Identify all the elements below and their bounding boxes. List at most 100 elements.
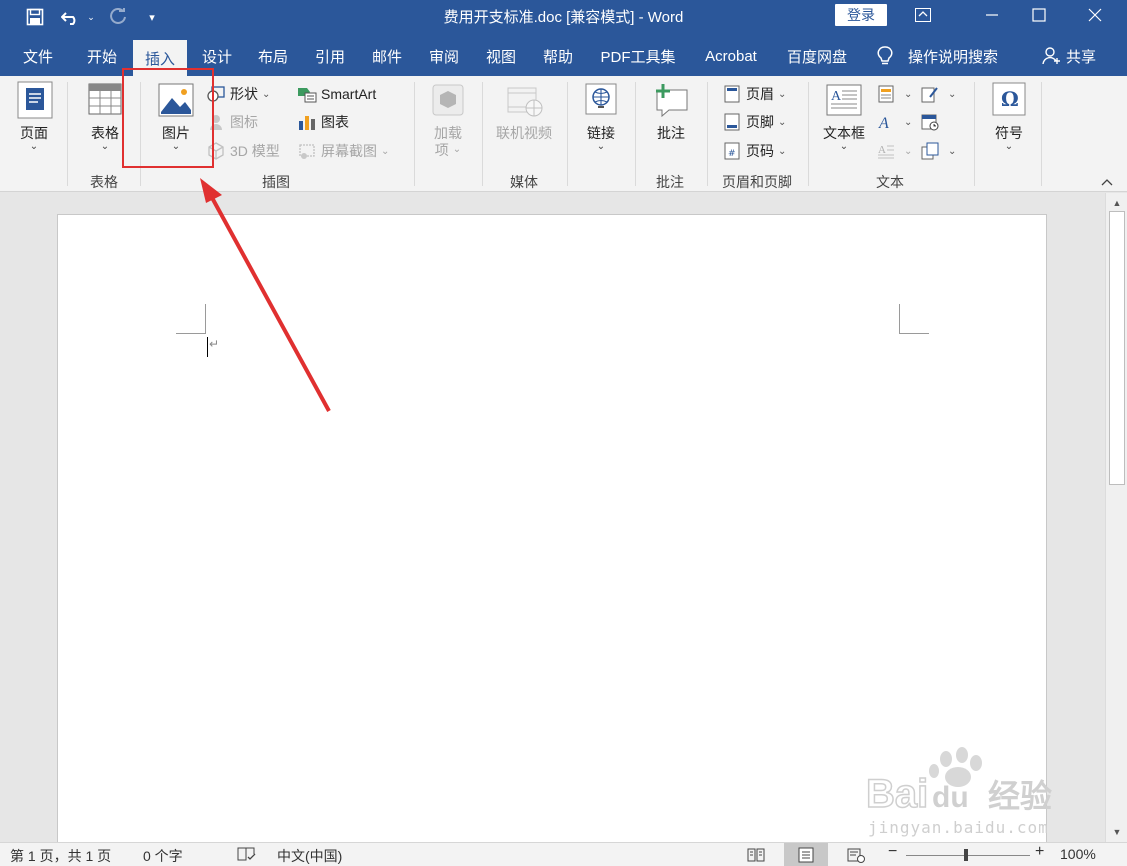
- proofing-icon[interactable]: [237, 846, 257, 865]
- tell-me-search[interactable]: 操作说明搜索: [876, 36, 998, 76]
- ribbon-display-options-icon[interactable]: [900, 0, 946, 30]
- group-label-illustrations: 插图: [262, 174, 290, 190]
- chevron-down-icon: ⌄: [29, 141, 39, 152]
- drop-cap-icon: A: [876, 141, 896, 161]
- object-button[interactable]: ⌄: [920, 139, 956, 163]
- ribbon-separator: [67, 82, 68, 186]
- footer-icon: [722, 112, 742, 132]
- svg-text:A: A: [831, 89, 842, 104]
- zoom-in-button[interactable]: +: [1035, 843, 1044, 861]
- 3d-models-button[interactable]: 3D 模型: [206, 139, 280, 163]
- web-layout-icon[interactable]: [834, 843, 878, 866]
- ribbon-separator: [567, 82, 568, 186]
- ribbon-separator: [974, 82, 975, 186]
- chevron-down-icon: ⌄: [948, 88, 957, 100]
- link-label: 链接: [587, 125, 615, 141]
- chevron-down-icon: ⌄: [778, 116, 787, 128]
- zoom-slider-thumb[interactable]: [964, 849, 968, 861]
- chevron-down-icon: ⌄: [596, 141, 606, 152]
- comment-button[interactable]: 批注: [646, 80, 696, 142]
- tab-pdf-tools[interactable]: PDF工具集: [594, 36, 682, 76]
- top-left-margin-mark: [176, 304, 206, 334]
- ribbon-separator: [635, 82, 636, 186]
- shapes-button[interactable]: 形状 ⌄: [206, 82, 270, 106]
- tab-view[interactable]: 视图: [476, 36, 526, 76]
- page-icon: [17, 81, 53, 119]
- login-button[interactable]: 登录: [835, 4, 887, 26]
- calendar-icon: [920, 112, 940, 132]
- tab-acrobat[interactable]: Acrobat: [694, 36, 768, 76]
- wordart-icon: A: [876, 112, 896, 132]
- watermark-brand-2: du: [932, 781, 969, 814]
- print-layout-icon[interactable]: [784, 843, 828, 866]
- chart-label: 图表: [321, 114, 349, 130]
- scroll-thumb[interactable]: [1109, 211, 1125, 485]
- textbox-label: 文本框: [823, 125, 865, 141]
- smartart-button[interactable]: SmartArt: [297, 82, 376, 106]
- symbol-button[interactable]: Ω 符号 ⌄: [984, 80, 1034, 152]
- icons-label: 图标: [230, 114, 258, 130]
- share-button[interactable]: 共享: [1042, 36, 1096, 76]
- watermark-brand-cn: 经验: [988, 777, 1052, 815]
- pages-label: 页面: [20, 125, 48, 141]
- read-mode-icon[interactable]: [734, 843, 778, 866]
- collapse-ribbon-icon[interactable]: [1100, 176, 1114, 190]
- annotation-highlight-box: [122, 68, 214, 168]
- svg-text:A: A: [878, 115, 889, 131]
- chevron-down-icon: ⌄: [1004, 141, 1014, 152]
- undo-dropdown-icon[interactable]: ⌄: [84, 4, 98, 30]
- online-video-button[interactable]: 联机视频: [488, 80, 560, 142]
- footer-button[interactable]: 页脚 ⌄: [722, 110, 786, 134]
- group-label-text: 文本: [876, 174, 904, 190]
- tab-file[interactable]: 文件: [12, 36, 64, 76]
- word-count[interactable]: 0 个字: [143, 846, 183, 866]
- tab-mailings[interactable]: 邮件: [362, 36, 412, 76]
- quick-parts-button[interactable]: ⌄: [876, 82, 912, 106]
- drop-cap-button[interactable]: A ⌄: [876, 139, 912, 163]
- smartart-label: SmartArt: [321, 86, 377, 102]
- signature-line-button[interactable]: ⌄: [920, 82, 956, 106]
- header-button[interactable]: 页眉 ⌄: [722, 82, 786, 106]
- chevron-down-icon: ⌄: [381, 145, 390, 157]
- addins-label-2: 项 ⌄: [434, 142, 462, 158]
- tab-baidu-netdisk[interactable]: 百度网盘: [780, 36, 854, 76]
- zoom-level[interactable]: 100%: [1060, 846, 1096, 862]
- ribbon-separator: [482, 82, 483, 186]
- tell-me-label: 操作说明搜索: [908, 48, 999, 66]
- zoom-slider[interactable]: [906, 855, 1030, 856]
- tab-home[interactable]: 开始: [76, 36, 128, 76]
- page-count[interactable]: 第 1 页，共 1 页: [10, 846, 111, 866]
- ribbon-separator: [808, 82, 809, 186]
- screenshot-button[interactable]: 屏幕截图 ⌄: [297, 139, 389, 163]
- scroll-up-icon[interactable]: ▲: [1109, 195, 1125, 211]
- scroll-down-icon[interactable]: ▼: [1109, 824, 1125, 840]
- screenshot-icon: [297, 141, 317, 161]
- redo-icon[interactable]: [106, 4, 132, 30]
- top-right-margin-mark: [899, 304, 929, 334]
- chart-button[interactable]: 图表: [297, 110, 349, 134]
- tab-review[interactable]: 审阅: [419, 36, 469, 76]
- maximize-icon[interactable]: [1016, 0, 1062, 30]
- vertical-scrollbar[interactable]: ▲ ▼: [1105, 193, 1127, 842]
- addins-button[interactable]: 加载 项 ⌄: [424, 80, 472, 158]
- undo-icon[interactable]: [58, 4, 84, 30]
- tab-references[interactable]: 引用: [305, 36, 355, 76]
- textbox-button[interactable]: A 文本框 ⌄: [816, 80, 872, 152]
- person-icon: [1042, 47, 1060, 65]
- zoom-out-button[interactable]: −: [888, 843, 897, 861]
- minimize-icon[interactable]: [969, 0, 1015, 30]
- tab-layout[interactable]: 布局: [248, 36, 298, 76]
- close-icon[interactable]: [1072, 0, 1118, 30]
- customize-qat-icon[interactable]: ▾: [142, 4, 162, 30]
- screenshot-label: 屏幕截图: [321, 143, 377, 159]
- language-indicator[interactable]: 中文(中国): [277, 846, 342, 866]
- chevron-down-icon: ⌄: [839, 141, 849, 152]
- link-button[interactable]: 链接 ⌄: [576, 80, 626, 152]
- tab-help[interactable]: 帮助: [533, 36, 583, 76]
- pages-button[interactable]: 页面 ⌄: [8, 80, 60, 152]
- watermark-brand: Bai: [866, 772, 928, 816]
- page-number-button[interactable]: # 页码 ⌄: [722, 139, 786, 163]
- date-time-button[interactable]: [920, 110, 944, 134]
- save-icon[interactable]: [22, 4, 48, 30]
- wordart-button[interactable]: A ⌄: [876, 110, 912, 134]
